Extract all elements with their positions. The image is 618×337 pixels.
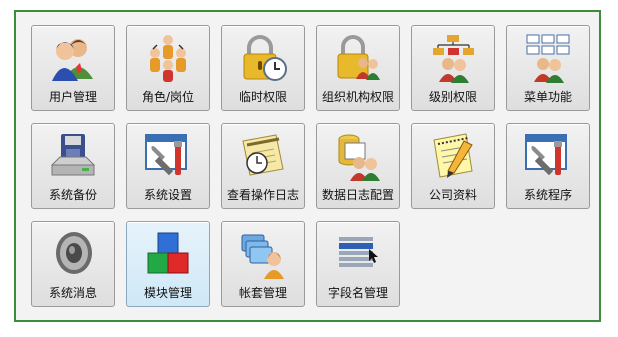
tile-label: 字段名管理	[327, 286, 388, 300]
backup-icon	[48, 131, 98, 181]
user-management-button[interactable]: 用户管理	[31, 25, 115, 111]
tile-label: 菜单功能	[523, 90, 572, 104]
modules-icon	[143, 229, 193, 279]
speaker-icon	[48, 229, 98, 279]
tile-label: 角色/岗位	[141, 90, 195, 104]
view-operation-log-button[interactable]: 查看操作日志	[221, 123, 305, 209]
tile-label: 级别权限	[428, 90, 477, 104]
tile-label: 公司资料	[428, 188, 477, 202]
temporary-permission-icon	[238, 33, 288, 83]
settings-icon	[143, 131, 193, 181]
tile-label: 系统备份	[48, 188, 97, 202]
tile-label: 数据日志配置	[321, 188, 394, 202]
tile-label: 系统程序	[523, 188, 572, 202]
tile-label: 临时权限	[238, 90, 287, 104]
temporary-permission-button[interactable]: 临时权限	[221, 25, 305, 111]
organization-permission-button[interactable]: 组织机构权限	[316, 25, 400, 111]
menu-function-icon	[523, 33, 573, 83]
menu-function-button[interactable]: 菜单功能	[506, 25, 590, 111]
account-sets-icon	[238, 229, 288, 279]
tile-label: 系统设置	[143, 188, 192, 202]
field-names-icon	[333, 229, 383, 279]
tile-label: 模块管理	[143, 286, 192, 300]
operation-log-icon	[238, 131, 288, 181]
roles-positions-button[interactable]: 角色/岗位	[126, 25, 210, 111]
data-log-config-icon	[333, 131, 383, 181]
tile-label: 查看操作日志	[226, 188, 299, 202]
function-panel: 用户管理 角色/岗位 临时权限 组织机构权限 级别权限 菜单功能 系统备份 系统…	[14, 10, 601, 322]
system-program-button[interactable]: 系统程序	[506, 123, 590, 209]
system-messages-button[interactable]: 系统消息	[31, 221, 115, 307]
tile-label: 帐套管理	[238, 286, 287, 300]
level-permission-button[interactable]: 级别权限	[411, 25, 495, 111]
account-set-management-button[interactable]: 帐套管理	[221, 221, 305, 307]
company-info-button[interactable]: 公司资料	[411, 123, 495, 209]
company-info-icon	[428, 131, 478, 181]
tile-label: 组织机构权限	[321, 90, 394, 104]
module-management-button[interactable]: 模块管理	[126, 221, 210, 307]
tile-label: 系统消息	[48, 286, 97, 300]
system-settings-button[interactable]: 系统设置	[126, 123, 210, 209]
data-log-config-button[interactable]: 数据日志配置	[316, 123, 400, 209]
organization-permission-icon	[333, 33, 383, 83]
system-program-icon	[523, 131, 573, 181]
roles-icon	[143, 33, 193, 83]
system-backup-button[interactable]: 系统备份	[31, 123, 115, 209]
field-name-management-button[interactable]: 字段名管理	[316, 221, 400, 307]
users-icon	[48, 33, 98, 83]
level-permission-icon	[428, 33, 478, 83]
tile-label: 用户管理	[48, 90, 97, 104]
